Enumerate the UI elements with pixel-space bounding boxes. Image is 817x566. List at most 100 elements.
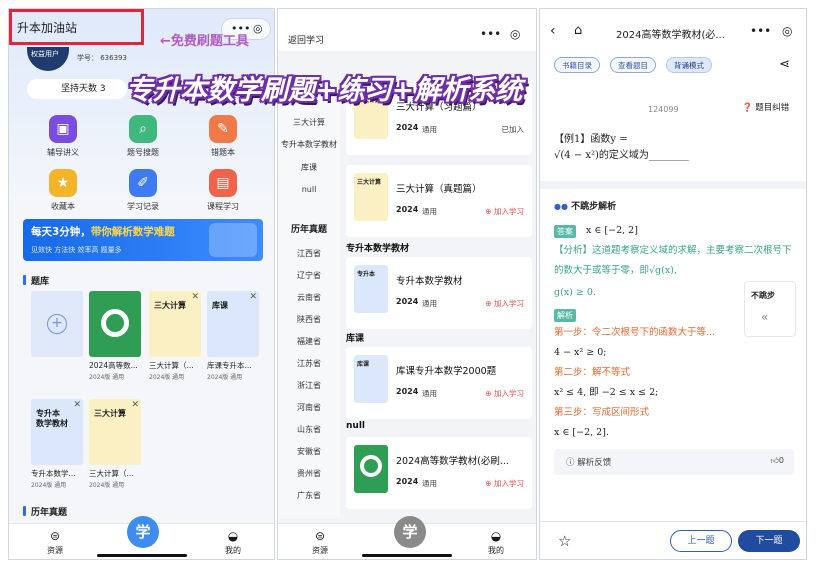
book-tag: 通用 <box>422 125 437 134</box>
pill-view-questions[interactable]: 查看题目 <box>610 57 656 73</box>
book-cover: ✕ 三大计算 <box>89 399 141 465</box>
sidebar-item-province[interactable]: 福建省 <box>278 336 340 347</box>
close-icon[interactable]: ✕ <box>249 292 257 302</box>
book-year: 2024 <box>396 387 419 396</box>
section-title-bank: 题库 <box>23 274 49 287</box>
book-card[interactable]: 三大计算 三大计算（真题篇） 2024 通用 ⊕ 加入学习 <box>346 165 532 237</box>
tab-study[interactable]: 学 <box>394 516 426 548</box>
more-icon[interactable]: ••• <box>750 24 771 38</box>
chevron-left-icon[interactable]: ‹ <box>550 23 556 39</box>
target-icon[interactable]: ◎ <box>782 24 792 38</box>
feedback-label: 解析反馈 <box>577 458 612 468</box>
sidebar-item-province[interactable]: 云南省 <box>278 292 340 303</box>
tab-resources[interactable]: ⊜ 资源 <box>300 529 340 556</box>
banner-text-a: 每天3分钟， <box>31 226 91 238</box>
book-year: 2024 <box>396 123 419 132</box>
mini-program-capsule[interactable]: ••• ◎ <box>474 25 530 47</box>
analysis-tail: g(x) ≥ 0. <box>554 287 596 298</box>
grid-item-favorites[interactable]: ★ 收藏本 <box>23 169 103 212</box>
book-item[interactable]: ✕ 三大计算 三大计算（... 2024版 通用 <box>89 399 141 489</box>
sidebar-item[interactable]: 库课 <box>278 162 340 173</box>
streak-days: 坚持天数 3 <box>27 79 127 99</box>
tab-study[interactable]: 学 <box>127 516 159 548</box>
add-to-study-button[interactable]: ⊕ 加入学习 <box>485 478 524 489</box>
tab-resources[interactable]: ⊜ 资源 <box>35 529 75 556</box>
sidebar-item-province[interactable]: 江西省 <box>278 248 340 259</box>
feedback-button[interactable]: ⓘ 解析反馈 <box>566 456 611 468</box>
tab-label: 资源 <box>47 546 63 555</box>
sidebar-item-province[interactable]: 陕西省 <box>278 314 340 325</box>
add-to-study-button[interactable]: ⊕ 加入学习 <box>485 388 524 399</box>
close-icon[interactable]: ✕ <box>191 292 199 302</box>
report-error-button[interactable]: ❓ 题目纠错 <box>742 101 789 113</box>
mode-label: 不跳步解析 <box>571 202 617 212</box>
feedback-bar[interactable]: ⓘ 解析反馈 👍︎0 <box>554 449 794 475</box>
book-add[interactable]: + <box>31 291 83 357</box>
sidebar-item-province[interactable]: 江苏省 <box>278 358 340 369</box>
pen-icon: ✐ <box>129 169 157 197</box>
step-one: 第一步：令二次根号下的函数大于等... <box>554 327 716 338</box>
tab-label: 资源 <box>312 546 328 555</box>
book-cover <box>354 445 388 493</box>
sidebar-item-province[interactable]: 广东省 <box>278 490 340 501</box>
book-item[interactable]: ✕ 库课 库课专升本... 2024版 通用 <box>207 291 259 381</box>
book-item[interactable]: ✕ 三大计算 三大计算（... 2024版 通用 <box>149 291 201 381</box>
share-icon[interactable]: ⋖ <box>779 57 790 72</box>
sidebar-item-province[interactable]: 贵州省 <box>278 468 340 479</box>
grid-item-courses[interactable]: ▤ 课程学习 <box>183 169 263 212</box>
banner-text-b: 带你解析数学难题 <box>90 226 175 238</box>
tab-mine[interactable]: ◒ 我的 <box>476 529 516 556</box>
profile-icon: ◒ <box>490 529 502 543</box>
book-card[interactable]: 专升本 专升本数学教材 2024 通用 ⊕ 加入学习 <box>346 257 532 329</box>
sidebar-item[interactable]: 专升本数学教材 <box>278 139 340 150</box>
pill-recite-mode[interactable]: 背诵模式 <box>666 57 712 73</box>
add-to-study-button[interactable]: ⊕ 加入学习 <box>485 298 524 309</box>
home-icon[interactable]: ⌂ <box>574 23 582 38</box>
sidebar-item-province[interactable]: 山东省 <box>278 424 340 435</box>
book-item[interactable]: 2024高等数... 2024版 通用 <box>89 291 141 381</box>
add-to-study-button[interactable]: ⊕ 加入学习 <box>485 206 524 217</box>
promo-banner[interactable]: 每天3分钟，带你解析数学难题 见效快 方法快 效率高 题量多 <box>23 219 263 261</box>
book-sub: 2024版 通用 <box>149 374 185 381</box>
book-card[interactable]: 库课 库课专升本数学2000题 2024 通用 ⊕ 加入学习 <box>346 347 532 419</box>
book-name: 专升本数学教材 <box>396 276 463 287</box>
close-icon[interactable]: ✕ <box>131 400 139 410</box>
sidebar-item-province[interactable]: 辽宁省 <box>278 270 340 281</box>
sidebar-item[interactable]: 三大计算 <box>278 117 340 128</box>
next-question-button[interactable]: 下一题 <box>738 530 800 552</box>
sidebar-item[interactable]: null <box>278 185 340 194</box>
target-icon[interactable]: ◎ <box>510 27 520 41</box>
grid-item-search[interactable]: ⌕ 题号搜题 <box>103 115 183 158</box>
no-skip-toggle[interactable]: 不跳步 « <box>744 281 796 337</box>
banner-illustration <box>209 223 257 257</box>
back-link[interactable]: 返回学习 <box>288 33 324 46</box>
star-icon: ★ <box>49 169 77 197</box>
promo-annotation: ←免费刷题工具 <box>160 34 249 49</box>
mini-program-capsule[interactable]: ••• ◎ <box>746 24 802 46</box>
plus-icon: + <box>47 314 67 334</box>
pill-catalog[interactable]: 书籍目录 <box>554 57 600 73</box>
tab-mine[interactable]: ◒ 我的 <box>213 529 253 556</box>
book-year: 2024 <box>396 205 419 214</box>
book-cover <box>89 291 141 357</box>
sidebar-item-province[interactable]: 河南省 <box>278 402 340 413</box>
question-header: ‹ ⌂ 2024高等数学教材(必... ••• ◎ <box>540 9 806 57</box>
star-icon[interactable]: ☆ <box>558 532 571 550</box>
search-icon: ⌕ <box>129 115 157 143</box>
tab-label: 我的 <box>488 546 504 555</box>
book-item[interactable]: ✕ 专升本 数学教材 专升本数学... 2024版 通用 <box>31 399 83 489</box>
more-icon[interactable]: ••• <box>480 27 501 41</box>
double-chevron-left-icon: « <box>761 310 769 324</box>
book-card[interactable]: 2024高等数学教材(必刷... 2024 通用 ⊕ 加入学习 <box>346 437 532 509</box>
like-button[interactable]: 👍︎0 <box>771 456 784 466</box>
grid-item-handout[interactable]: ▣ 辅导讲义 <box>23 115 103 158</box>
close-icon[interactable]: ✕ <box>73 400 81 410</box>
sidebar-item-province[interactable]: 安徽省 <box>278 446 340 457</box>
prev-question-button[interactable]: 上一题 <box>670 530 732 552</box>
grid-item-records[interactable]: ✐ 学习记录 <box>103 169 183 212</box>
toggle-label: 不跳步 <box>751 291 775 300</box>
grid-item-wrong-book[interactable]: ✎ 错题本 <box>183 115 263 158</box>
sidebar-item-province[interactable]: 浙江省 <box>278 380 340 391</box>
section-title: 库课 <box>346 334 365 344</box>
target-icon[interactable]: ◎ <box>253 22 263 35</box>
